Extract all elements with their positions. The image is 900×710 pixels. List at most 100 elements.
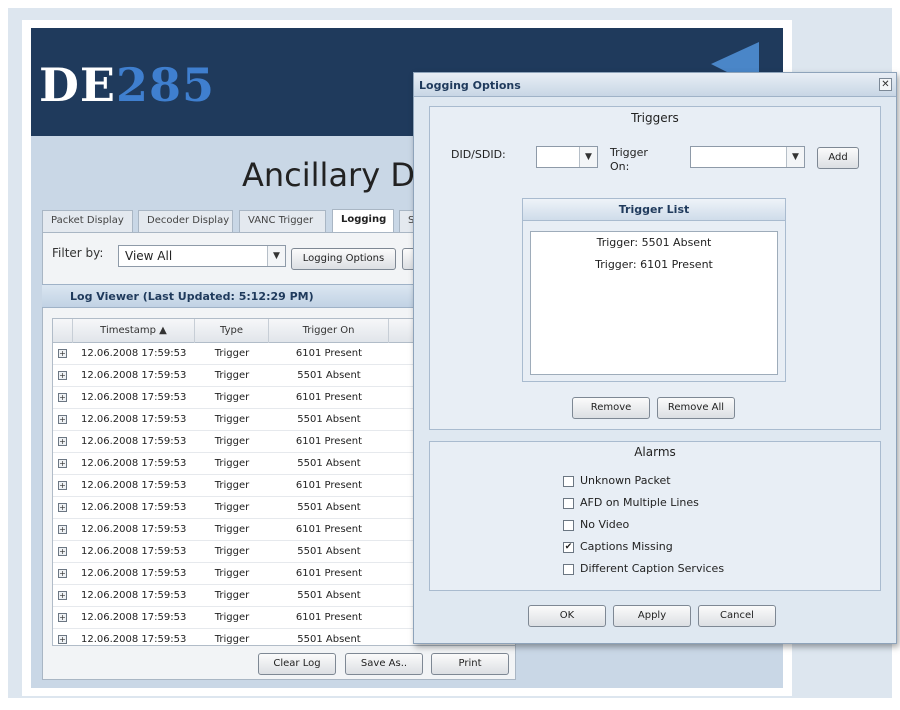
cell-timestamp: 12.06.2008 17:59:53 — [81, 590, 187, 601]
ok-button[interactable]: OK — [528, 605, 606, 627]
trigger-list-box[interactable]: Trigger: 5501 Absent Trigger: 6101 Prese… — [530, 231, 778, 375]
cell-timestamp: 12.06.2008 17:59:53 — [81, 392, 187, 403]
column-header-type[interactable]: Type — [195, 319, 269, 343]
expand-icon[interactable]: + — [58, 591, 67, 600]
trigger-list-panel: Trigger List Trigger: 5501 Absent Trigge… — [522, 198, 786, 382]
expand-icon[interactable]: + — [58, 349, 67, 358]
cell-trigger-on: 6101 Present — [295, 480, 363, 491]
cancel-button[interactable]: Cancel — [698, 605, 776, 627]
remove-button[interactable]: Remove — [572, 397, 650, 419]
cell-type: Trigger — [214, 546, 250, 557]
apply-button[interactable]: Apply — [613, 605, 691, 627]
tab-logging[interactable]: Logging — [332, 209, 394, 233]
cell-type: Trigger — [214, 458, 250, 469]
logging-options-button[interactable]: Logging Options — [291, 248, 396, 270]
chevron-down-icon: ▼ — [579, 147, 597, 167]
cell-type: Trigger — [214, 502, 250, 513]
cell-timestamp: 12.06.2008 17:59:53 — [81, 568, 187, 579]
expand-icon[interactable]: + — [58, 613, 67, 622]
expand-icon[interactable]: + — [58, 437, 67, 446]
save-as-button[interactable]: Save As.. — [345, 653, 423, 675]
cell-type: Trigger — [214, 414, 250, 425]
expand-icon[interactable]: + — [58, 415, 67, 424]
cell-type: Trigger — [214, 436, 250, 447]
cell-timestamp: 12.06.2008 17:59:53 — [81, 370, 187, 381]
trigger-list-title: Trigger List — [523, 199, 785, 221]
expand-icon[interactable]: + — [58, 459, 67, 468]
alarm-label: Different Caption Services — [580, 562, 725, 575]
cell-type: Trigger — [214, 590, 250, 601]
cell-trigger-on: 6101 Present — [295, 348, 363, 359]
tab-packet-display[interactable]: Packet Display — [42, 210, 133, 232]
cell-timestamp: 12.06.2008 17:59:53 — [81, 348, 187, 359]
expand-icon[interactable]: + — [58, 569, 67, 578]
cell-type: Trigger — [214, 370, 250, 381]
expander-column-header — [53, 319, 73, 343]
cell-trigger-on: 6101 Present — [295, 524, 363, 535]
checkbox[interactable] — [563, 564, 574, 575]
triggers-legend: Triggers — [631, 111, 679, 125]
cell-timestamp: 12.06.2008 17:59:53 — [81, 546, 187, 557]
checkbox-checked[interactable]: ✔ — [563, 542, 574, 553]
trigger-on-label: Trigger On: — [610, 146, 648, 174]
expand-icon[interactable]: + — [58, 481, 67, 490]
trigger-list-item[interactable]: Trigger: 6101 Present — [531, 258, 777, 271]
cell-trigger-on: 6101 Present — [295, 612, 363, 623]
clear-log-button[interactable]: Clear Log — [258, 653, 336, 675]
did-sdid-select[interactable]: ▼ — [536, 146, 598, 168]
expand-icon[interactable]: + — [58, 393, 67, 402]
expand-icon[interactable]: + — [58, 371, 67, 380]
tab-vanc-trigger[interactable]: VANC Trigger — [239, 210, 326, 232]
expand-icon[interactable]: + — [58, 525, 67, 534]
cell-timestamp: 12.06.2008 17:59:53 — [81, 502, 187, 513]
cell-trigger-on: 6101 Present — [295, 436, 363, 447]
cell-trigger-on: 5501 Absent — [297, 634, 361, 645]
expand-icon[interactable]: + — [58, 547, 67, 556]
expand-icon[interactable]: + — [58, 503, 67, 512]
checkbox[interactable] — [563, 498, 574, 509]
cell-trigger-on: 6101 Present — [295, 568, 363, 579]
cell-type: Trigger — [214, 634, 250, 645]
trigger-on-label-line2: On: — [610, 160, 630, 173]
alarm-label: Unknown Packet — [580, 474, 671, 487]
filter-label: Filter by: — [52, 246, 104, 260]
cell-timestamp: 12.06.2008 17:59:53 — [81, 634, 187, 645]
trigger-on-select[interactable]: ▼ — [690, 146, 805, 168]
cell-type: Trigger — [214, 392, 250, 403]
filter-select[interactable]: View All ▼ — [118, 245, 286, 267]
cell-type: Trigger — [214, 568, 250, 579]
cell-type: Trigger — [214, 348, 250, 359]
filter-select-value: View All — [125, 249, 173, 263]
tab-decoder-display[interactable]: Decoder Display — [138, 210, 233, 232]
cell-timestamp: 12.06.2008 17:59:53 — [81, 480, 187, 491]
cell-type: Trigger — [214, 480, 250, 491]
checkbox[interactable] — [563, 476, 574, 487]
cell-trigger-on: 5501 Absent — [297, 546, 361, 557]
column-header-trigger-on[interactable]: Trigger On — [269, 319, 389, 343]
alarm-label: Captions Missing — [580, 540, 673, 553]
cell-trigger-on: 5501 Absent — [297, 414, 361, 425]
dialog-title: Logging Options — [414, 73, 896, 97]
cell-type: Trigger — [214, 524, 250, 535]
logo-prefix: DE — [39, 58, 116, 112]
cell-timestamp: 12.06.2008 17:59:53 — [81, 436, 187, 447]
cell-type: Trigger — [214, 612, 250, 623]
cell-trigger-on: 6101 Present — [295, 392, 363, 403]
trigger-on-label-line1: Trigger — [610, 146, 648, 159]
cell-timestamp: 12.06.2008 17:59:53 — [81, 458, 187, 469]
close-icon[interactable]: ✕ — [879, 78, 892, 91]
remove-all-button[interactable]: Remove All — [657, 397, 735, 419]
add-trigger-button[interactable]: Add — [817, 147, 859, 169]
page-title: Ancillary Data Monitor — [242, 156, 417, 194]
cell-trigger-on: 5501 Absent — [297, 370, 361, 381]
print-button[interactable]: Print — [431, 653, 509, 675]
app-logo: DE285 — [39, 58, 215, 112]
cell-trigger-on: 5501 Absent — [297, 590, 361, 601]
alarm-label: AFD on Multiple Lines — [580, 496, 699, 509]
cell-timestamp: 12.06.2008 17:59:53 — [81, 414, 187, 425]
trigger-list-item[interactable]: Trigger: 5501 Absent — [531, 236, 777, 249]
expand-icon[interactable]: + — [58, 635, 67, 644]
checkbox[interactable] — [563, 520, 574, 531]
column-header-timestamp[interactable]: Timestamp ▲ — [73, 319, 195, 343]
cell-timestamp: 12.06.2008 17:59:53 — [81, 612, 187, 623]
